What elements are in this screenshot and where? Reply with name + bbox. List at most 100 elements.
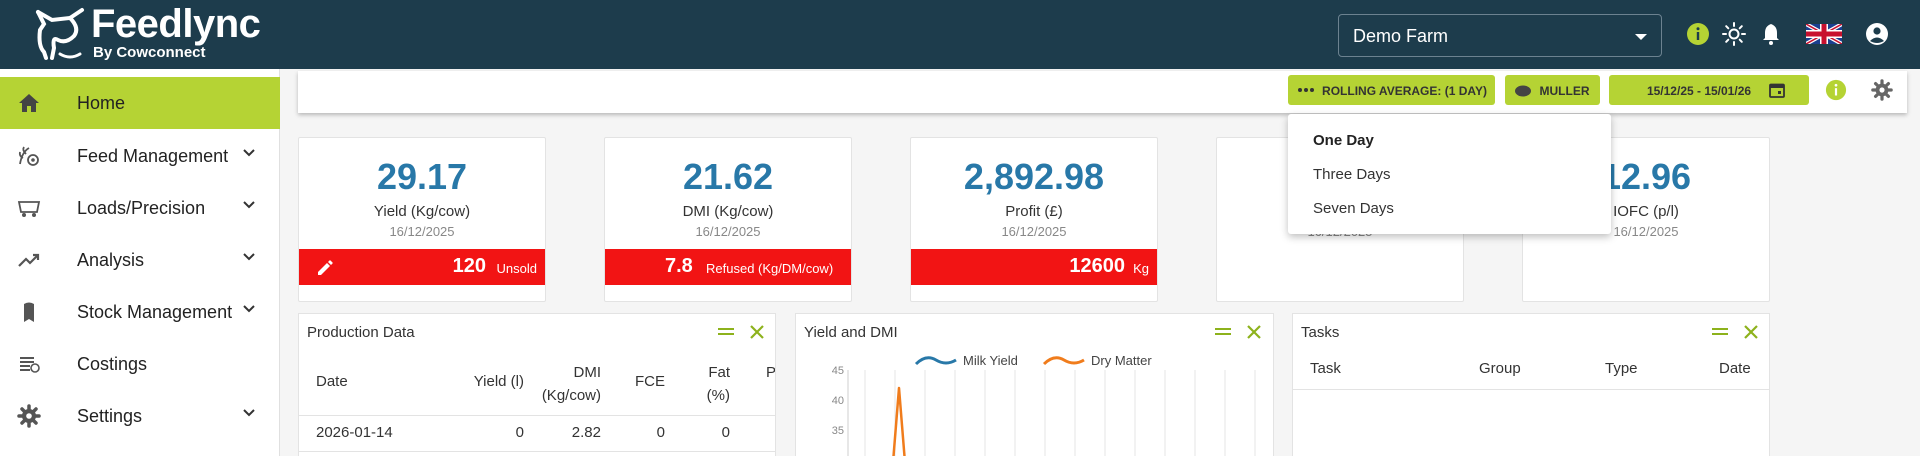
legend-swatch (1042, 356, 1085, 366)
refused-value: 7.8 (665, 255, 693, 277)
info-icon[interactable] (1825, 79, 1847, 101)
wagon-icon (17, 201, 41, 217)
rolling-average-menu: One Day Three Days Seven Days (1288, 114, 1611, 234)
silo-icon (24, 302, 34, 322)
sidebar-item-settings[interactable]: Settings (0, 390, 280, 442)
processor-button[interactable]: MULLER (1505, 75, 1600, 105)
kg-unit: Kg (1133, 261, 1149, 276)
sidebar-item-stock-management[interactable]: Stock Management (0, 286, 280, 338)
divider (299, 451, 775, 452)
yield-label: Yield (Kg/cow) (373, 203, 471, 220)
drag-handle-icon[interactable] (717, 323, 735, 341)
menu-item-seven-days[interactable]: Seven Days (1313, 200, 1394, 217)
legend-label: Milk Yield (963, 353, 1018, 368)
close-icon[interactable] (1245, 323, 1263, 341)
farm-select[interactable]: Demo Farm (1338, 14, 1662, 57)
rolling-average-button[interactable]: ROLLING AVERAGE: (1 DAY) (1288, 75, 1495, 105)
refused-alert: 7.8 Refused (Kg/DM/cow) (605, 249, 851, 285)
profit-date: 16/12/2025 (1001, 224, 1067, 239)
sidebar-item-loads-precision[interactable]: Loads/Precision (0, 182, 280, 234)
close-icon[interactable] (748, 323, 766, 341)
column-header-fce[interactable]: FCE (625, 373, 665, 390)
table-cell-date: 2026-01-14 (316, 424, 393, 441)
rolling-average-label: ROLLING AVERAGE: (1 DAY) (1322, 84, 1487, 98)
legend-label: Dry Matter (1091, 353, 1152, 368)
brand-subtitle: By Cowconnect (93, 44, 206, 61)
profit-card[interactable]: 2,892.98 Profit (£) 16/12/2025 12600 Kg (910, 137, 1158, 302)
sidebar-item-label: Settings (77, 406, 143, 426)
sidebar-item-home[interactable]: Home (0, 77, 280, 129)
dmi-label: DMI (Kg/cow) (682, 203, 774, 220)
notification-bell-icon[interactable] (1759, 22, 1783, 46)
divider (1293, 389, 1769, 390)
chevron-down-icon (243, 149, 255, 157)
y-tick-label: 45 (832, 365, 844, 377)
info-icon[interactable] (1686, 22, 1710, 46)
column-header-protein[interactable]: P (766, 361, 775, 384)
column-header-date[interactable]: Date (316, 373, 348, 390)
settings-gear-icon[interactable] (1871, 79, 1893, 101)
sidebar-item-label: Feed Management (77, 146, 229, 166)
sidebar-item-costings[interactable]: Costings (0, 338, 280, 390)
menu-item-one-day[interactable]: One Day (1313, 132, 1374, 149)
chevron-down-icon (243, 201, 255, 209)
y-tick-label: 40 (832, 395, 844, 407)
table-cell-fat: 0 (721, 424, 730, 441)
yield-date: 16/12/2025 (389, 224, 455, 239)
cowconnect-logo-icon (36, 8, 84, 60)
date-range-button[interactable]: 15/12/25 - 15/01/26 (1609, 75, 1809, 105)
sun-icon[interactable] (1722, 22, 1746, 46)
yield-value: 29.17 (376, 156, 468, 197)
unsold-value: 120 (452, 255, 486, 277)
top-bar: Feedlync By Cowconnect Demo Farm (0, 0, 1920, 69)
brand-name: Feedlync (91, 2, 261, 46)
dots-icon (1298, 88, 1314, 92)
account-icon[interactable] (1865, 22, 1889, 46)
sidebar-item-analysis[interactable]: Analysis (0, 234, 280, 286)
sidebar-item-label: Home (77, 93, 126, 113)
caret-down-icon (1635, 34, 1647, 40)
chevron-down-icon (243, 305, 255, 313)
costings-icon (20, 357, 40, 373)
series-line-dry-matter (892, 386, 906, 456)
yield-card[interactable]: 29.17 Yield (Kg/cow) 16/12/2025 120 Unso… (298, 137, 546, 302)
table-cell-dmi: 2.82 (571, 424, 601, 441)
column-header-type[interactable]: Type (1605, 360, 1638, 377)
dmi-card[interactable]: 21.62 DMI (Kg/cow) 16/12/2025 7.8 Refuse… (604, 137, 852, 302)
refused-unit: Refused (Kg/DM/cow) (706, 261, 834, 276)
table-cell-yield: 0 (515, 424, 524, 441)
chevron-down-icon (243, 409, 255, 417)
column-header-yield[interactable]: Yield (l) (450, 373, 524, 390)
divider (299, 415, 775, 416)
panel-title: Production Data (307, 324, 415, 341)
sidebar-item-feed-management[interactable]: Feed Management (0, 130, 280, 182)
trending-up-icon (18, 253, 40, 267)
column-header-group[interactable]: Group (1479, 360, 1521, 377)
date-range-label: 15/12/25 - 15/01/26 (1646, 84, 1752, 98)
uk-flag-icon[interactable] (1806, 24, 1842, 44)
yield-dmi-panel: Yield and DMI 45403530 Milk YieldDry Mat… (795, 313, 1274, 456)
profit-value: 2,892.98 (963, 156, 1105, 197)
cloud-icon (1515, 85, 1531, 97)
unsold-unit: Unsold (496, 261, 537, 276)
gear-icon (17, 404, 41, 428)
column-header-fat[interactable]: Fat (%) (704, 361, 730, 407)
pencil-icon[interactable] (315, 258, 335, 278)
panel-title: Yield and DMI (804, 324, 898, 341)
sidebar-item-label: Analysis (77, 250, 145, 270)
legend-swatch (914, 356, 957, 366)
farm-select-value: Demo Farm (1353, 26, 1449, 46)
yield-dmi-chart: 45403530 Milk YieldDry Matter (832, 353, 1256, 456)
kg-value: 12600 (1069, 255, 1125, 277)
close-icon[interactable] (1742, 323, 1760, 341)
drag-handle-icon[interactable] (1711, 323, 1729, 341)
column-header-task-date[interactable]: Date (1719, 360, 1751, 377)
feed-icon (18, 146, 39, 166)
menu-item-three-days[interactable]: Three Days (1313, 166, 1391, 183)
sidebar: Home Feed Management Loads/Precision Ana… (0, 69, 280, 456)
sidebar-item-label: Loads/Precision (77, 198, 206, 218)
column-header-task[interactable]: Task (1310, 360, 1341, 377)
column-header-dmi[interactable]: DMI (Kg/cow) (529, 361, 601, 407)
drag-handle-icon[interactable] (1214, 323, 1232, 341)
tasks-panel: Tasks Task Group Type Date (1292, 313, 1770, 456)
